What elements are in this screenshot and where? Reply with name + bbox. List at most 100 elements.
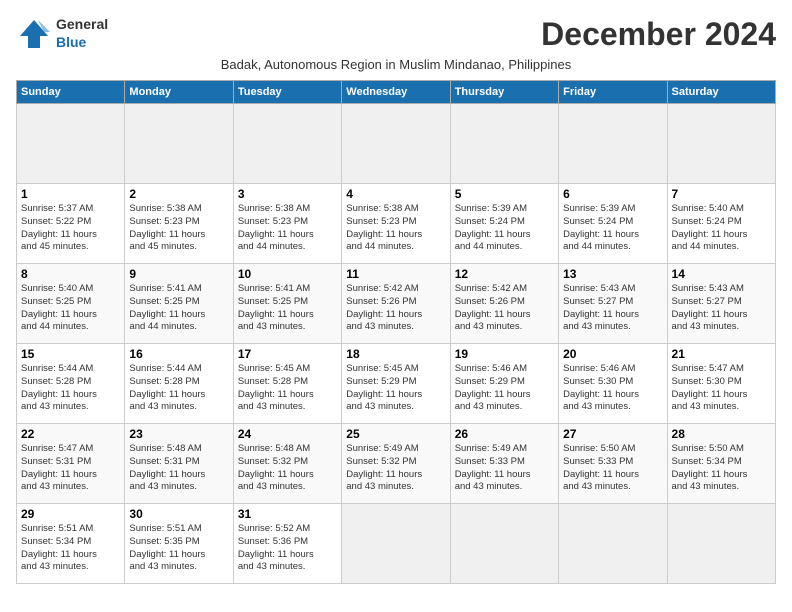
calendar-cell: 30 Sunrise: 5:51 AM Sunset: 5:35 PM Dayl…: [125, 504, 233, 584]
calendar-cell: [342, 104, 450, 184]
calendar-cell: 13 Sunrise: 5:43 AM Sunset: 5:27 PM Dayl…: [559, 264, 667, 344]
calendar-cell: [17, 104, 125, 184]
logo: General Blue: [16, 16, 108, 52]
day-info: Sunrise: 5:47 AM Sunset: 5:30 PM Dayligh…: [672, 363, 771, 414]
calendar-week-row: [17, 104, 776, 184]
subtitle: Badak, Autonomous Region in Muslim Minda…: [16, 57, 776, 72]
day-number: 31: [238, 507, 337, 521]
day-number: 14: [672, 267, 771, 281]
calendar-cell: 17 Sunrise: 5:45 AM Sunset: 5:28 PM Dayl…: [233, 344, 341, 424]
day-number: 27: [563, 427, 662, 441]
calendar-cell: 18 Sunrise: 5:45 AM Sunset: 5:29 PM Dayl…: [342, 344, 450, 424]
calendar-cell: 22 Sunrise: 5:47 AM Sunset: 5:31 PM Dayl…: [17, 424, 125, 504]
day-info: Sunrise: 5:42 AM Sunset: 5:26 PM Dayligh…: [346, 283, 445, 334]
calendar-week-row: 15 Sunrise: 5:44 AM Sunset: 5:28 PM Dayl…: [17, 344, 776, 424]
calendar-cell: 14 Sunrise: 5:43 AM Sunset: 5:27 PM Dayl…: [667, 264, 775, 344]
day-number: 23: [129, 427, 228, 441]
calendar-cell: 5 Sunrise: 5:39 AM Sunset: 5:24 PM Dayli…: [450, 184, 558, 264]
calendar-cell: 2 Sunrise: 5:38 AM Sunset: 5:23 PM Dayli…: [125, 184, 233, 264]
day-number: 13: [563, 267, 662, 281]
col-friday: Friday: [559, 81, 667, 104]
day-number: 19: [455, 347, 554, 361]
page-header: General Blue December 2024: [16, 16, 776, 53]
calendar-cell: 26 Sunrise: 5:49 AM Sunset: 5:33 PM Dayl…: [450, 424, 558, 504]
calendar-cell: 3 Sunrise: 5:38 AM Sunset: 5:23 PM Dayli…: [233, 184, 341, 264]
col-tuesday: Tuesday: [233, 81, 341, 104]
calendar-week-row: 29 Sunrise: 5:51 AM Sunset: 5:34 PM Dayl…: [17, 504, 776, 584]
day-number: 2: [129, 187, 228, 201]
calendar-cell: 27 Sunrise: 5:50 AM Sunset: 5:33 PM Dayl…: [559, 424, 667, 504]
day-number: 15: [21, 347, 120, 361]
calendar-cell: 7 Sunrise: 5:40 AM Sunset: 5:24 PM Dayli…: [667, 184, 775, 264]
day-number: 25: [346, 427, 445, 441]
day-number: 11: [346, 267, 445, 281]
day-number: 1: [21, 187, 120, 201]
day-info: Sunrise: 5:38 AM Sunset: 5:23 PM Dayligh…: [129, 203, 228, 254]
day-info: Sunrise: 5:50 AM Sunset: 5:34 PM Dayligh…: [672, 443, 771, 494]
day-number: 17: [238, 347, 337, 361]
day-info: Sunrise: 5:40 AM Sunset: 5:25 PM Dayligh…: [21, 283, 120, 334]
calendar-cell: 25 Sunrise: 5:49 AM Sunset: 5:32 PM Dayl…: [342, 424, 450, 504]
day-info: Sunrise: 5:46 AM Sunset: 5:29 PM Dayligh…: [455, 363, 554, 414]
col-monday: Monday: [125, 81, 233, 104]
calendar-cell: 8 Sunrise: 5:40 AM Sunset: 5:25 PM Dayli…: [17, 264, 125, 344]
day-info: Sunrise: 5:41 AM Sunset: 5:25 PM Dayligh…: [129, 283, 228, 334]
day-info: Sunrise: 5:51 AM Sunset: 5:35 PM Dayligh…: [129, 523, 228, 574]
day-number: 20: [563, 347, 662, 361]
day-info: Sunrise: 5:49 AM Sunset: 5:33 PM Dayligh…: [455, 443, 554, 494]
calendar-cell: 4 Sunrise: 5:38 AM Sunset: 5:23 PM Dayli…: [342, 184, 450, 264]
calendar-cell: [450, 504, 558, 584]
calendar-cell: 21 Sunrise: 5:47 AM Sunset: 5:30 PM Dayl…: [667, 344, 775, 424]
day-info: Sunrise: 5:40 AM Sunset: 5:24 PM Dayligh…: [672, 203, 771, 254]
day-number: 16: [129, 347, 228, 361]
day-info: Sunrise: 5:39 AM Sunset: 5:24 PM Dayligh…: [455, 203, 554, 254]
calendar-week-row: 8 Sunrise: 5:40 AM Sunset: 5:25 PM Dayli…: [17, 264, 776, 344]
day-info: Sunrise: 5:45 AM Sunset: 5:28 PM Dayligh…: [238, 363, 337, 414]
day-info: Sunrise: 5:48 AM Sunset: 5:31 PM Dayligh…: [129, 443, 228, 494]
calendar-cell: 11 Sunrise: 5:42 AM Sunset: 5:26 PM Dayl…: [342, 264, 450, 344]
day-info: Sunrise: 5:43 AM Sunset: 5:27 PM Dayligh…: [672, 283, 771, 334]
day-info: Sunrise: 5:42 AM Sunset: 5:26 PM Dayligh…: [455, 283, 554, 334]
day-info: Sunrise: 5:44 AM Sunset: 5:28 PM Dayligh…: [129, 363, 228, 414]
calendar-cell: 12 Sunrise: 5:42 AM Sunset: 5:26 PM Dayl…: [450, 264, 558, 344]
day-info: Sunrise: 5:48 AM Sunset: 5:32 PM Dayligh…: [238, 443, 337, 494]
day-number: 7: [672, 187, 771, 201]
day-number: 12: [455, 267, 554, 281]
col-thursday: Thursday: [450, 81, 558, 104]
calendar-cell: [342, 504, 450, 584]
day-info: Sunrise: 5:37 AM Sunset: 5:22 PM Dayligh…: [21, 203, 120, 254]
day-number: 3: [238, 187, 337, 201]
day-info: Sunrise: 5:46 AM Sunset: 5:30 PM Dayligh…: [563, 363, 662, 414]
calendar-cell: 1 Sunrise: 5:37 AM Sunset: 5:22 PM Dayli…: [17, 184, 125, 264]
day-info: Sunrise: 5:49 AM Sunset: 5:32 PM Dayligh…: [346, 443, 445, 494]
logo-icon: [16, 16, 52, 52]
calendar-cell: [125, 104, 233, 184]
calendar-cell: [233, 104, 341, 184]
day-number: 29: [21, 507, 120, 521]
col-sunday: Sunday: [17, 81, 125, 104]
logo-blue: Blue: [56, 34, 86, 50]
calendar-cell: [667, 504, 775, 584]
day-number: 28: [672, 427, 771, 441]
day-info: Sunrise: 5:44 AM Sunset: 5:28 PM Dayligh…: [21, 363, 120, 414]
calendar-cell: 9 Sunrise: 5:41 AM Sunset: 5:25 PM Dayli…: [125, 264, 233, 344]
day-info: Sunrise: 5:38 AM Sunset: 5:23 PM Dayligh…: [238, 203, 337, 254]
calendar-week-row: 1 Sunrise: 5:37 AM Sunset: 5:22 PM Dayli…: [17, 184, 776, 264]
day-number: 30: [129, 507, 228, 521]
logo-general: General: [56, 16, 108, 32]
calendar-body: 1 Sunrise: 5:37 AM Sunset: 5:22 PM Dayli…: [17, 104, 776, 584]
day-info: Sunrise: 5:43 AM Sunset: 5:27 PM Dayligh…: [563, 283, 662, 334]
logo-text: General Blue: [56, 16, 108, 52]
calendar-table: Sunday Monday Tuesday Wednesday Thursday…: [16, 80, 776, 584]
calendar-week-row: 22 Sunrise: 5:47 AM Sunset: 5:31 PM Dayl…: [17, 424, 776, 504]
day-info: Sunrise: 5:45 AM Sunset: 5:29 PM Dayligh…: [346, 363, 445, 414]
day-number: 5: [455, 187, 554, 201]
day-info: Sunrise: 5:51 AM Sunset: 5:34 PM Dayligh…: [21, 523, 120, 574]
calendar-cell: 19 Sunrise: 5:46 AM Sunset: 5:29 PM Dayl…: [450, 344, 558, 424]
day-info: Sunrise: 5:41 AM Sunset: 5:25 PM Dayligh…: [238, 283, 337, 334]
calendar-cell: 24 Sunrise: 5:48 AM Sunset: 5:32 PM Dayl…: [233, 424, 341, 504]
day-number: 24: [238, 427, 337, 441]
calendar-cell: 16 Sunrise: 5:44 AM Sunset: 5:28 PM Dayl…: [125, 344, 233, 424]
day-info: Sunrise: 5:47 AM Sunset: 5:31 PM Dayligh…: [21, 443, 120, 494]
calendar-cell: 10 Sunrise: 5:41 AM Sunset: 5:25 PM Dayl…: [233, 264, 341, 344]
